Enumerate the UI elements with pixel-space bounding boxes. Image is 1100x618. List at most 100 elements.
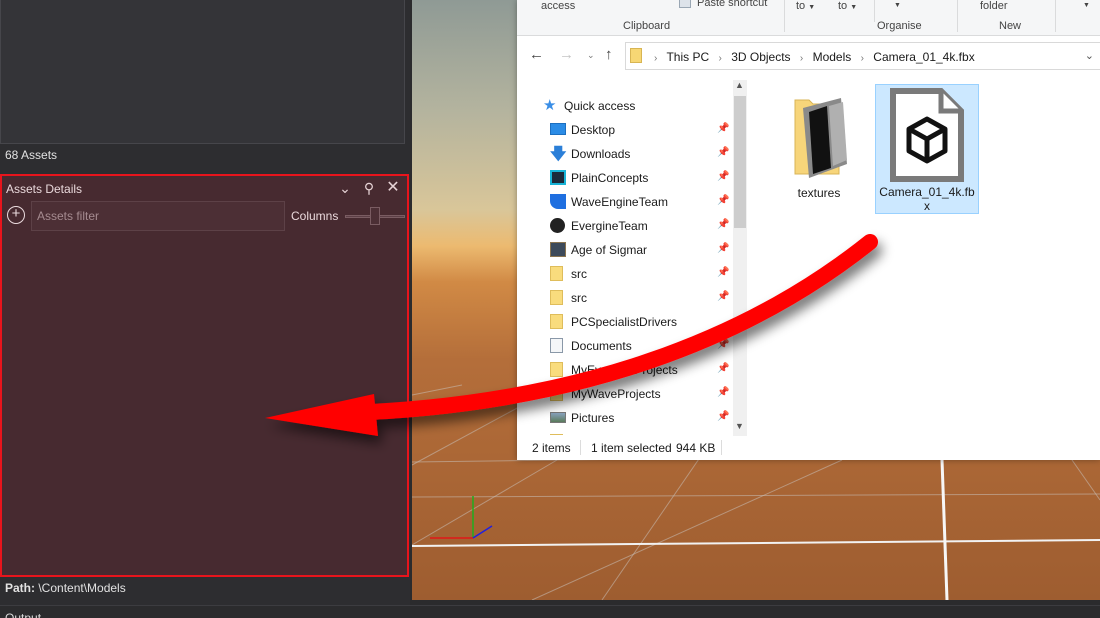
grid-axis-z [940, 459, 949, 600]
output-tab[interactable]: Output [5, 611, 41, 618]
nav-item-label: Age of Sigmar [571, 243, 648, 257]
breadcrumb: › This PC › 3D Objects › Models › Camera… [648, 50, 975, 64]
file-name-line1: Camera_01_4k.fb [879, 185, 975, 199]
path-label: Path: [5, 581, 35, 595]
nav-item-documents[interactable]: Documents 📌 [550, 335, 730, 357]
path-value: \Content\Models [38, 581, 126, 595]
columns-slider-thumb[interactable] [370, 207, 380, 225]
forward-arrow-icon[interactable]: → [559, 46, 574, 63]
status-separator [580, 440, 581, 455]
nav-item-plainconcepts[interactable]: PlainConcepts 📌 [550, 167, 730, 189]
close-icon[interactable]: ✕ [384, 179, 402, 197]
assets-filter-input[interactable] [31, 201, 285, 231]
pin-icon[interactable]: 📌 [717, 267, 729, 278]
nav-item-label: Pictures [571, 411, 615, 425]
nav-item-myevergineprojects[interactable]: MyEvergineProjects 📌 [550, 359, 730, 381]
folder-with-images-icon [794, 98, 847, 178]
folder-icon [550, 386, 563, 401]
scroll-up-icon[interactable]: ▲ [735, 80, 744, 90]
pin-icon[interactable]: 📌 [717, 411, 729, 422]
copy-to-label: to [838, 0, 848, 12]
nav-item-desktop[interactable]: Desktop 📌 [550, 119, 730, 141]
navigation-pane[interactable]: ★ Quick access Desktop 📌 🡇 Downloads 📌 P… [517, 90, 747, 435]
ribbon-paste-shortcut[interactable]: Paste shortcut [697, 0, 767, 9]
pin-icon[interactable]: 📌 [717, 147, 729, 158]
ribbon-delete-dropdown-icon[interactable]: ▼ [894, 2, 901, 9]
back-arrow-icon[interactable]: ← [529, 46, 544, 63]
sigmar-icon [550, 242, 566, 257]
assets-panel: 68 Assets Assets Details ⌄ ⚲ ✕ + Columns… [0, 0, 410, 605]
ribbon-properties-dropdown-icon[interactable]: ▼ [1083, 2, 1090, 9]
file-explorer-window[interactable]: access Paste shortcut Clipboard to ▼ to … [517, 0, 1100, 460]
pictures-icon [550, 412, 566, 423]
nav-item-age-of-sigmar[interactable]: Age of Sigmar 📌 [550, 239, 730, 261]
grid-line [412, 493, 1100, 498]
pin-icon[interactable]: 📌 [717, 363, 729, 374]
pin-icon[interactable]: 📌 [717, 123, 729, 134]
pin-icon[interactable]: 📌 [717, 171, 729, 182]
nav-pane-scroll-thumb[interactable] [734, 96, 746, 228]
breadcrumb-separator-icon: › [654, 53, 658, 64]
ribbon-new-folder[interactable]: folder [980, 0, 1008, 12]
recent-locations-icon[interactable]: ⌄ [587, 50, 595, 61]
pin-icon[interactable]: 📌 [717, 339, 729, 350]
navigation-bar: ← → ⌄ ↑ › This PC › 3D Objects › Models … [517, 38, 1100, 74]
ribbon-move-to[interactable]: to ▼ [796, 0, 815, 12]
add-icon[interactable]: + [7, 206, 25, 224]
paste-shortcut-icon [679, 0, 691, 8]
nav-item-pcspecialistdrivers[interactable]: PCSpecialistDrivers [550, 311, 730, 333]
scroll-down-icon[interactable]: ▼ [735, 421, 744, 431]
pin-icon[interactable]: 📌 [717, 243, 729, 254]
nav-item-partial[interactable] [550, 431, 730, 435]
address-bar[interactable]: › This PC › 3D Objects › Models › Camera… [625, 42, 1100, 70]
pin-icon[interactable]: 📌 [717, 291, 729, 302]
pin-icon[interactable]: 📌 [717, 195, 729, 206]
ribbon-access[interactable]: access [541, 0, 575, 12]
output-panel: Output [0, 605, 1100, 618]
pin-icon[interactable]: 📌 [717, 219, 729, 230]
nav-item-label: PlainConcepts [571, 171, 649, 185]
up-arrow-icon[interactable]: ↑ [605, 46, 613, 63]
grid-line [531, 459, 843, 600]
nav-item-pictures[interactable]: Pictures 📌 [550, 407, 730, 429]
move-to-label: to [796, 0, 806, 12]
nav-item-src[interactable]: src 📌 [550, 263, 730, 285]
group-clipboard: Clipboard [623, 20, 671, 32]
grid-line [412, 384, 463, 396]
nav-item-label: PCSpecialistDrivers [571, 315, 678, 329]
3d-model-file-icon [890, 88, 964, 182]
file-name: textures [797, 186, 841, 200]
content-pane[interactable]: textures Camera_01_4k.fb x [749, 80, 1100, 436]
nav-item-mywaveprojects[interactable]: MyWaveProjects 📌 [550, 383, 730, 405]
chevron-down-icon[interactable]: ⌄ [336, 179, 354, 197]
ribbon-separator [1055, 0, 1056, 32]
nav-item-evergineteam[interactable]: EvergineTeam 📌 [550, 215, 730, 237]
breadcrumb-3d-objects[interactable]: 3D Objects [731, 50, 790, 64]
breadcrumb-this-pc[interactable]: This PC [666, 50, 709, 64]
nav-item-quick-access[interactable]: ★ Quick access [543, 95, 723, 117]
breadcrumb-separator-icon[interactable]: › [719, 53, 722, 64]
breadcrumb-models[interactable]: Models [813, 50, 852, 64]
ribbon-copy-to[interactable]: to ▼ [838, 0, 857, 12]
address-dropdown-icon[interactable]: ⌄ [1085, 49, 1094, 62]
nav-item-waveengineteam[interactable]: WaveEngineTeam 📌 [550, 191, 730, 213]
file-item-textures-folder[interactable]: textures [767, 84, 871, 214]
waveengine-icon [550, 194, 566, 209]
nav-item-src[interactable]: src 📌 [550, 287, 730, 309]
group-new: New [999, 20, 1022, 32]
status-item-count: 2 items [532, 441, 571, 455]
breadcrumb-separator-icon[interactable]: › [800, 53, 803, 64]
ribbon: access Paste shortcut Clipboard to ▼ to … [517, 0, 1100, 36]
nav-item-downloads[interactable]: 🡇 Downloads 📌 [550, 143, 730, 165]
assets-grid[interactable] [0, 0, 405, 144]
gizmo-z-axis [472, 525, 493, 539]
pin-icon[interactable]: 📌 [717, 387, 729, 398]
pin-icon[interactable]: ⚲ [360, 179, 378, 197]
file-name-line2: x [924, 199, 930, 213]
breadcrumb-camera-fbx[interactable]: Camera_01_4k.fbx [873, 50, 974, 64]
path-bar: Path: \Content\Models [5, 581, 126, 595]
grid-line [412, 399, 533, 466]
assets-details-panel[interactable]: Assets Details ⌄ ⚲ ✕ + Columns [0, 174, 409, 577]
file-item-camera-fbx[interactable]: Camera_01_4k.fb x [875, 84, 979, 214]
breadcrumb-separator-icon[interactable]: › [861, 53, 864, 64]
